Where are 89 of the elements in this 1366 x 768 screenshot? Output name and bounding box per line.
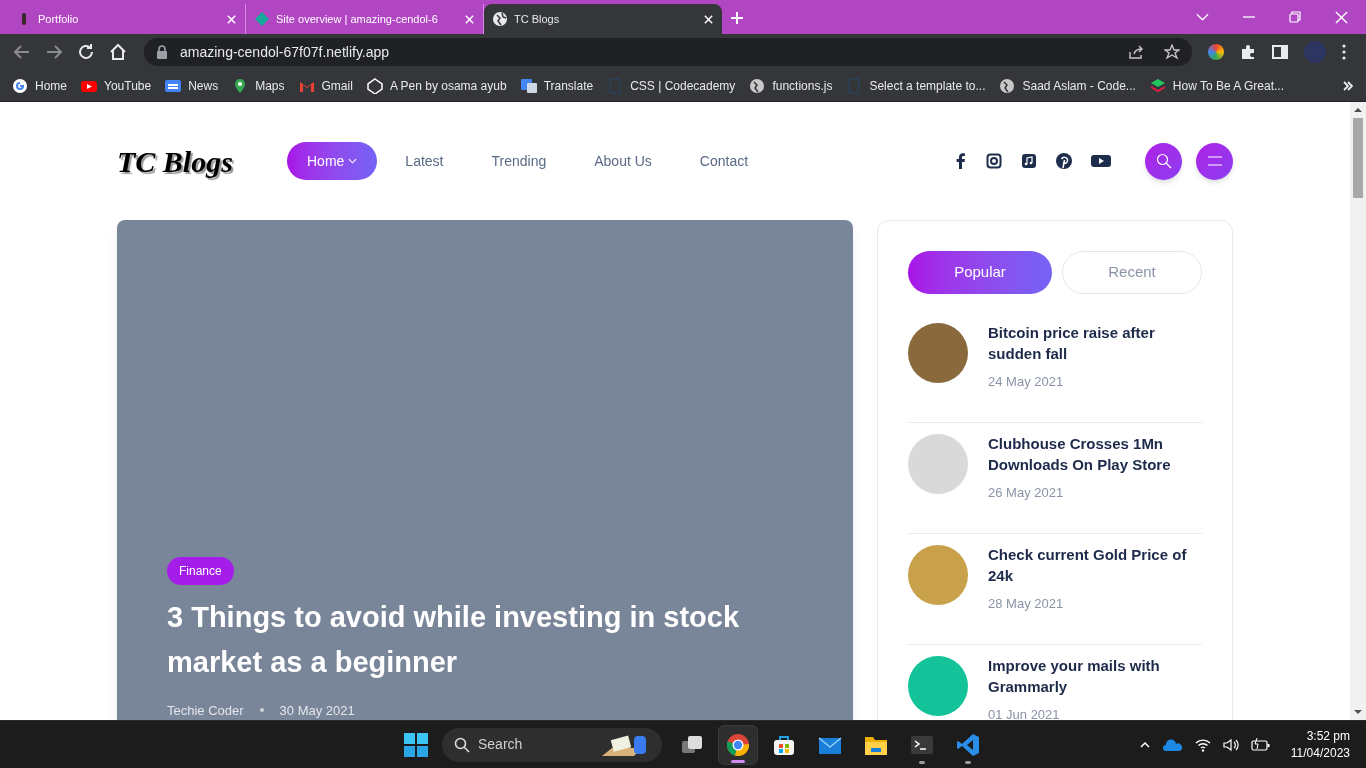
- home-icon[interactable]: [108, 42, 128, 62]
- bookmark-link[interactable]: A Pen by osama ayub: [366, 76, 507, 95]
- tab-title: TC Blogs: [514, 11, 561, 27]
- more-bookmarks-icon[interactable]: [1342, 79, 1354, 92]
- lock-icon: [156, 45, 168, 59]
- bookmark-link[interactable]: Select a template to...: [846, 76, 986, 95]
- battery-icon[interactable]: [1250, 736, 1271, 753]
- address-bar[interactable]: amazing-cendol-67f07f.netlify.app: [144, 38, 1192, 66]
- globe-icon: [749, 77, 766, 94]
- sidebar-tab[interactable]: Popular: [908, 251, 1052, 294]
- url-text: amazing-cendol-67f07f.netlify.app: [180, 42, 391, 62]
- menu-icon: [1206, 155, 1223, 167]
- instagram-icon[interactable]: [986, 153, 1002, 169]
- search-icon: [454, 736, 470, 753]
- reload-icon[interactable]: [76, 42, 96, 62]
- clock-time[interactable]: 3:52 pm: [1306, 727, 1350, 745]
- post-date: 28 May 2021: [988, 595, 1065, 613]
- post-title[interactable]: Improve your mails with Grammarly: [988, 655, 1202, 697]
- share-icon[interactable]: [1128, 44, 1144, 60]
- dropdown-icon[interactable]: [1196, 13, 1209, 21]
- tab-title: Portfolio: [38, 11, 80, 27]
- bookmark-link[interactable]: Saad Aslam - Code...: [999, 76, 1136, 95]
- nav-link[interactable]: Contact: [679, 142, 769, 180]
- post-title[interactable]: Bitcoin price raise after sudden fall: [988, 322, 1202, 364]
- star-icon[interactable]: [1164, 44, 1180, 60]
- news-icon: [165, 77, 182, 94]
- post-title[interactable]: Clubhouse Crosses 1Mn Downloads On Play Store: [988, 433, 1202, 475]
- post-date: 01 Jun 2021: [988, 706, 1061, 720]
- puzzle-icon[interactable]: [1240, 44, 1256, 60]
- taskbar-search-field[interactable]: Search: [442, 727, 662, 762]
- chrome-icon: [726, 732, 750, 757]
- page-icon: [607, 77, 624, 94]
- extension-icon[interactable]: [1208, 44, 1224, 60]
- music-icon[interactable]: [1021, 153, 1037, 169]
- favicon-icon: [254, 11, 270, 27]
- taskbar-app[interactable]: [718, 724, 758, 765]
- scroll-up-icon[interactable]: [1354, 106, 1362, 114]
- side-panel-icon[interactable]: [1272, 44, 1288, 60]
- photo-placeholder[interactable]: [908, 323, 968, 383]
- new-tab-icon[interactable]: [730, 11, 744, 25]
- bookmark-link[interactable]: CSS | Codecademy: [607, 76, 736, 95]
- tab-title: Site overview | amazing-cendol-6: [276, 11, 439, 27]
- menu-icon[interactable]: [1342, 44, 1346, 60]
- bookmark-link[interactable]: Home: [12, 76, 67, 95]
- bookmark-link[interactable]: How To Be A Great...: [1149, 76, 1285, 95]
- restore-icon[interactable]: [1289, 11, 1301, 23]
- search-input[interactable]: Search: [478, 734, 588, 755]
- site-logo[interactable]: TC Blogs: [117, 138, 287, 184]
- cloud-icon[interactable]: [1162, 738, 1183, 751]
- scroll-down-icon[interactable]: [1354, 708, 1362, 716]
- post-date: 24 May 2021: [988, 373, 1065, 391]
- menu-button[interactable]: [1196, 142, 1233, 180]
- chevron-down-icon: [348, 158, 358, 164]
- featured-post-card[interactable]: Finance 3 Things to avoid while investing in stock market as a beginner Techie Coder 30 May 2021: [117, 220, 853, 720]
- translate-icon: [520, 77, 537, 94]
- start-icon[interactable]: [404, 732, 428, 757]
- post-date: 26 May 2021: [988, 484, 1065, 502]
- bookmark-link[interactable]: News: [165, 76, 219, 95]
- clock-date[interactable]: 11/04/2023: [1290, 744, 1350, 762]
- nav-link[interactable]: Trending: [471, 142, 567, 180]
- pinterest-icon[interactable]: [1056, 153, 1072, 169]
- browser-tab[interactable]: TC Blogs: [484, 4, 722, 34]
- nav-link[interactable]: Home: [287, 142, 378, 180]
- scrollbar-thumb[interactable]: [1353, 118, 1363, 198]
- bookmark-link[interactable]: Translate: [520, 76, 594, 95]
- bookmark-link[interactable]: Gmail: [298, 76, 353, 95]
- youtube-icon[interactable]: [1091, 153, 1111, 169]
- layers-icon: [1149, 77, 1166, 94]
- code-editor-icon: [956, 732, 980, 757]
- post-title[interactable]: Check current Gold Price of 24k: [988, 544, 1202, 586]
- post-date: 30 May 2021: [279, 701, 355, 720]
- bookmark-link[interactable]: YouTube: [81, 76, 152, 95]
- bookmark-link[interactable]: functions.js: [749, 76, 833, 95]
- search-button[interactable]: [1145, 142, 1182, 180]
- search-icon: [1155, 153, 1172, 169]
- close-icon[interactable]: [703, 13, 714, 25]
- globe-icon: [999, 77, 1016, 94]
- post-title[interactable]: 3 Things to avoid while investing in stock market as a beginner: [167, 594, 803, 685]
- nav-link[interactable]: About Us: [574, 142, 672, 180]
- category-tag[interactable]: Finance: [167, 556, 234, 585]
- nav-link[interactable]: Latest: [385, 142, 464, 180]
- globe-icon: [492, 11, 508, 27]
- speaker-icon[interactable]: [1222, 736, 1239, 753]
- facebook-icon[interactable]: [955, 153, 967, 169]
- page-icon: [846, 77, 863, 94]
- google-icon: [12, 77, 28, 94]
- scrollbar[interactable]: [1350, 102, 1366, 720]
- bookmark-link[interactable]: Maps: [232, 76, 285, 95]
- cube-icon: [366, 77, 383, 94]
